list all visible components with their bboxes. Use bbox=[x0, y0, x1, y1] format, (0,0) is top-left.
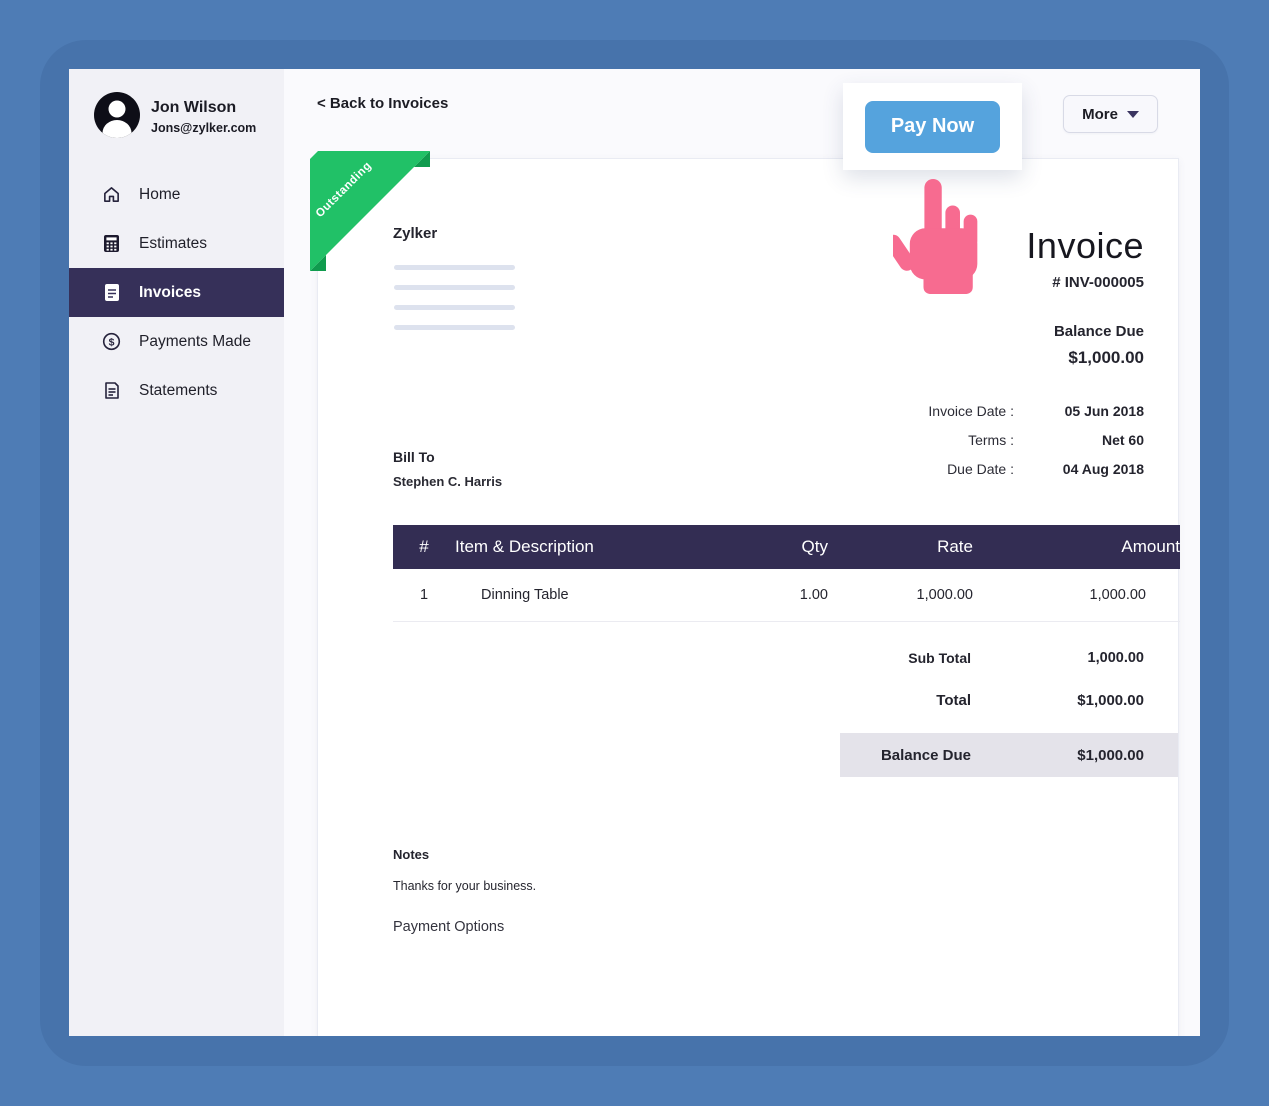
invoice-date-label: Invoice Date : bbox=[928, 403, 1014, 419]
status-ribbon: Outstanding bbox=[310, 151, 450, 296]
payment-options-label: Payment Options bbox=[393, 919, 505, 935]
sidebar-item-label: Statements bbox=[139, 381, 218, 399]
address-placeholder-line bbox=[394, 285, 515, 290]
home-icon bbox=[102, 185, 121, 204]
statement-document-icon bbox=[102, 381, 121, 400]
company-name: Zylker bbox=[393, 225, 438, 242]
pointer-hand-icon bbox=[885, 179, 985, 299]
subtotal-label: Sub Total bbox=[908, 650, 971, 666]
invoice-document-icon bbox=[102, 283, 121, 302]
total-label: Total bbox=[936, 691, 971, 709]
sidebar-item-label: Home bbox=[139, 185, 181, 203]
pay-now-button[interactable]: Pay Now bbox=[865, 100, 1000, 153]
column-header-rate: Rate bbox=[828, 525, 973, 569]
invoice-date-value: 05 Jun 2018 bbox=[1064, 403, 1144, 419]
sidebar-item-statements[interactable]: Statements bbox=[69, 366, 284, 415]
sidebar: Jon Wilson Jons@zylker.com Home Estimate… bbox=[69, 69, 284, 1036]
total-row: Total $1,000.00 bbox=[840, 679, 1178, 721]
sidebar-nav: Home Estimates Invoices $ Payments Made … bbox=[69, 170, 284, 415]
totals-section: Sub Total 1,000.00 Total $1,000.00 Balan… bbox=[840, 637, 1178, 777]
due-date-label: Due Date : bbox=[947, 461, 1014, 477]
bill-to-name: Stephen C. Harris bbox=[393, 474, 503, 489]
terms-value: Net 60 bbox=[1101, 432, 1144, 448]
balance-due-label: Balance Due bbox=[1053, 323, 1144, 340]
sidebar-item-invoices[interactable]: Invoices bbox=[69, 268, 284, 317]
bill-to-label: Bill To bbox=[393, 449, 435, 465]
chevron-down-icon bbox=[1126, 110, 1139, 118]
sidebar-item-estimates[interactable]: Estimates bbox=[69, 219, 284, 268]
sidebar-item-home[interactable]: Home bbox=[69, 170, 284, 219]
subtotal-row: Sub Total 1,000.00 bbox=[840, 637, 1178, 679]
invoice-document: Outstanding Zylker Invoice # INV-000005 … bbox=[310, 151, 1180, 1036]
address-placeholder-line bbox=[394, 325, 515, 330]
column-header-item: Item & Description bbox=[455, 525, 668, 569]
address-placeholder-line bbox=[394, 305, 515, 310]
item-qty: 1.00 bbox=[668, 569, 828, 622]
more-button-label: More bbox=[1082, 105, 1118, 123]
item-amount: 1,000.00 bbox=[973, 569, 1180, 622]
subtotal-value: 1,000.00 bbox=[1087, 650, 1144, 666]
sidebar-item-label: Payments Made bbox=[139, 332, 251, 350]
invoice-title: Invoice bbox=[1026, 225, 1144, 266]
balance-row-value: $1,000.00 bbox=[1077, 746, 1144, 764]
total-value: $1,000.00 bbox=[1077, 691, 1144, 709]
sidebar-item-label: Estimates bbox=[139, 234, 208, 252]
avatar bbox=[93, 91, 141, 144]
sidebar-item-payments-made[interactable]: $ Payments Made bbox=[69, 317, 284, 366]
back-to-invoices-link[interactable]: < Back to Invoices bbox=[317, 95, 448, 112]
balance-due-value: $1,000.00 bbox=[1068, 348, 1144, 367]
user-profile: Jon Wilson Jons@zylker.com bbox=[69, 69, 284, 162]
line-items-table: # Item & Description Qty Rate Amount 1 D… bbox=[393, 525, 1180, 622]
item-rate: 1,000.00 bbox=[828, 569, 973, 622]
user-name: Jon Wilson bbox=[151, 99, 237, 117]
terms-label: Terms : bbox=[968, 432, 1014, 448]
more-button[interactable]: More bbox=[1063, 95, 1158, 133]
column-header-number: # bbox=[393, 525, 455, 569]
calculator-icon bbox=[102, 234, 121, 253]
address-placeholder-line bbox=[394, 265, 515, 270]
user-email: Jons@zylker.com bbox=[151, 121, 257, 136]
sidebar-item-label: Invoices bbox=[139, 283, 202, 301]
balance-due-row: Balance Due $1,000.00 bbox=[840, 733, 1178, 777]
invoice-meta: Invoice Date : 05 Jun 2018 Terms : Net 6… bbox=[928, 403, 1144, 490]
invoice-number: # INV-000005 bbox=[1052, 274, 1144, 291]
table-header-row: # Item & Description Qty Rate Amount bbox=[393, 525, 1180, 569]
item-description: Dinning Table bbox=[455, 569, 668, 622]
dollar-circle-icon: $ bbox=[102, 332, 121, 351]
status-ribbon-label: Outstanding bbox=[314, 160, 374, 220]
notes-text: Thanks for your business. bbox=[393, 879, 537, 893]
item-number: 1 bbox=[393, 569, 455, 622]
column-header-qty: Qty bbox=[668, 525, 828, 569]
pay-now-card: Pay Now bbox=[843, 83, 1022, 170]
table-row: 1 Dinning Table 1.00 1,000.00 1,000.00 bbox=[393, 569, 1180, 622]
notes-label: Notes bbox=[393, 847, 430, 862]
svg-text:$: $ bbox=[109, 337, 115, 348]
column-header-amount: Amount bbox=[973, 525, 1180, 569]
customer-portal-app: Jon Wilson Jons@zylker.com Home Estimate… bbox=[69, 69, 1200, 1036]
due-date-value: 04 Aug 2018 bbox=[1062, 461, 1144, 477]
balance-row-label: Balance Due bbox=[880, 746, 971, 764]
